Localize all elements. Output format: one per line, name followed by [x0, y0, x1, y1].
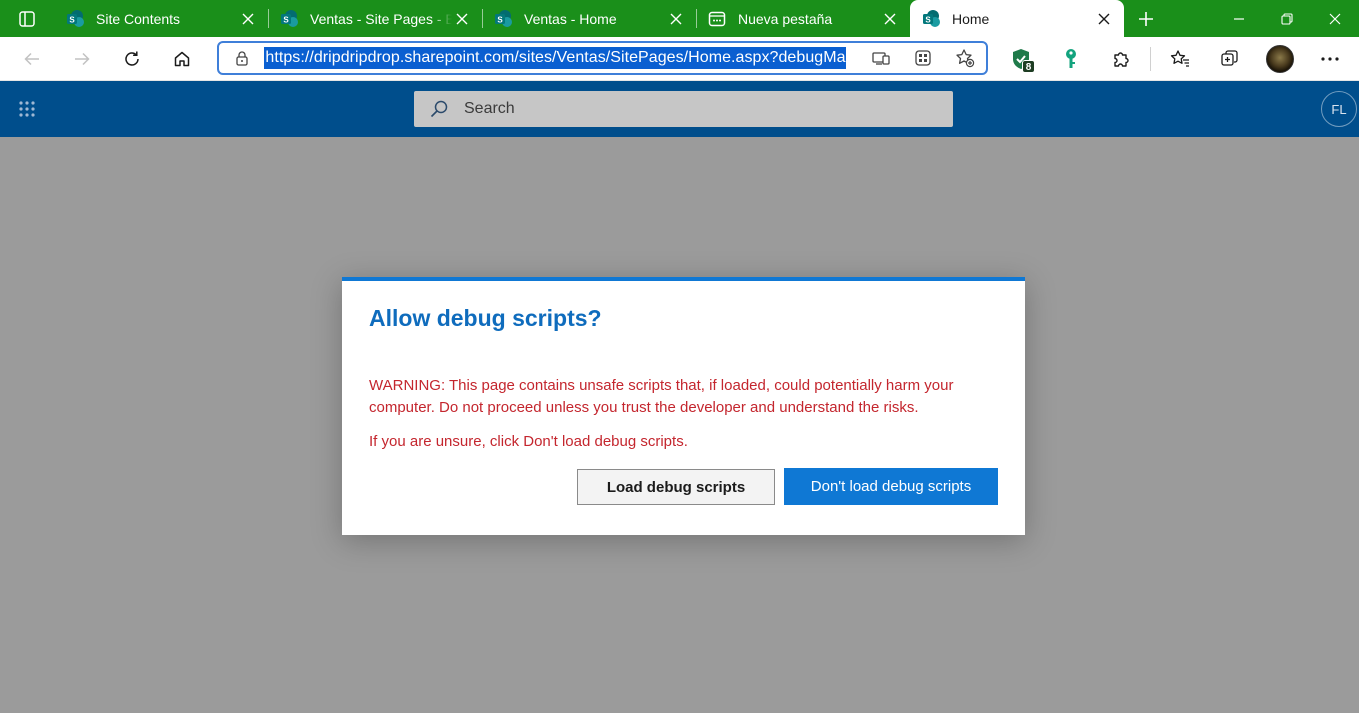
- dialog-warning-text: WARNING: This page contains unsafe scrip…: [369, 377, 954, 416]
- close-tab-icon[interactable]: [452, 9, 472, 29]
- app-launcher-button[interactable]: [0, 81, 54, 137]
- refresh-icon: [125, 51, 139, 66]
- key-extension-button[interactable]: [1046, 37, 1096, 81]
- tab-title: Site Contents: [96, 10, 181, 27]
- back-button[interactable]: [7, 41, 57, 77]
- sharepoint-icon: S: [281, 9, 298, 27]
- waffle-icon: [19, 101, 35, 117]
- plus-icon: [1139, 11, 1153, 26]
- address-bar[interactable]: https://dripdripdrop.sharepoint.com/site…: [217, 41, 988, 75]
- tab-home[interactable]: S Home: [910, 0, 1124, 37]
- add-favorite-icon[interactable]: [944, 43, 986, 73]
- load-debug-scripts-button[interactable]: Load debug scripts: [577, 469, 775, 505]
- tab-strip: S Site Contents S Ventas - Site Pages - …: [0, 0, 1359, 37]
- back-arrow-icon: [24, 52, 39, 65]
- address-url-text[interactable]: https://dripdripdrop.sharepoint.com/site…: [264, 47, 846, 69]
- collections-icon: [1221, 50, 1238, 66]
- collections-button[interactable]: [1205, 37, 1255, 81]
- puzzle-icon: [1114, 52, 1129, 67]
- debug-scripts-dialog: Allow debug scripts? WARNING: This page …: [342, 277, 1025, 535]
- close-tab-icon[interactable]: [880, 9, 900, 29]
- toolbar-extensions: 8: [996, 37, 1355, 81]
- tab-ventas-site-pages[interactable]: S Ventas - Site Pages - Bro: [268, 0, 482, 37]
- close-tab-icon[interactable]: [238, 9, 258, 29]
- home-icon: [174, 51, 190, 66]
- close-window-button[interactable]: [1311, 0, 1359, 37]
- sharepoint-suite-bar: Search FL: [0, 81, 1359, 137]
- key-icon: [1066, 49, 1076, 68]
- search-box[interactable]: Search: [414, 91, 953, 127]
- browser-toolbar: https://dripdripdrop.sharepoint.com/site…: [0, 37, 1359, 81]
- dialog-title: Allow debug scripts?: [369, 305, 602, 331]
- dialog-hint-text: If you are unsure, click Don't load debu…: [369, 433, 688, 450]
- window-controls: [1215, 0, 1359, 37]
- search-icon: [414, 99, 464, 119]
- tab-title: Home: [952, 10, 990, 27]
- profile-avatar: [1266, 45, 1294, 73]
- new-tab-button[interactable]: [1124, 0, 1168, 37]
- svg-text:S: S: [497, 15, 503, 24]
- svg-text:S: S: [283, 15, 289, 24]
- close-tab-icon[interactable]: [666, 9, 686, 29]
- sharepoint-icon: S: [923, 9, 940, 27]
- sharepoint-icon: S: [67, 9, 84, 27]
- tab-actions-icon: [19, 10, 35, 27]
- new-tab-page-icon: [708, 11, 726, 26]
- app-available-icon[interactable]: [860, 43, 902, 73]
- tab-actions-button[interactable]: [0, 0, 54, 37]
- favorites-icon: [1170, 50, 1189, 67]
- close-tab-icon[interactable]: [1094, 9, 1114, 29]
- forward-arrow-icon: [75, 52, 90, 65]
- restore-icon: [1281, 12, 1293, 25]
- address-bar-actions: [860, 43, 986, 73]
- profile-button[interactable]: [1255, 37, 1305, 81]
- svg-text:S: S: [69, 15, 75, 24]
- user-avatar-button[interactable]: FL: [1321, 91, 1357, 127]
- extensions-button[interactable]: [1096, 37, 1146, 81]
- lock-icon[interactable]: [219, 50, 264, 66]
- tab-nueva-pestana[interactable]: Nueva pestaña: [696, 0, 910, 37]
- extension-badge: 8: [1022, 60, 1035, 73]
- home-button[interactable]: [157, 41, 207, 77]
- toolbar-divider: [1150, 47, 1151, 71]
- shield-extension-button[interactable]: 8: [996, 37, 1046, 81]
- tab-site-contents[interactable]: S Site Contents: [54, 0, 268, 37]
- tab-title: Ventas - Site Pages - Bro: [310, 10, 452, 27]
- more-icon: [1321, 57, 1339, 61]
- tab-title: Nueva pestaña: [738, 10, 833, 27]
- settings-more-button[interactable]: [1305, 37, 1355, 81]
- tab-ventas-home[interactable]: S Ventas - Home: [482, 0, 696, 37]
- close-icon: [1329, 13, 1341, 24]
- sharepoint-icon: S: [495, 9, 512, 27]
- search-placeholder: Search: [464, 100, 515, 117]
- favorites-button[interactable]: [1155, 37, 1205, 81]
- svg-text:S: S: [925, 15, 931, 24]
- apps-grid-icon[interactable]: [902, 43, 944, 73]
- refresh-button[interactable]: [107, 41, 157, 77]
- tab-title: Ventas - Home: [524, 10, 617, 27]
- forward-button[interactable]: [57, 41, 107, 77]
- minimize-button[interactable]: [1215, 0, 1263, 37]
- minimize-icon: [1234, 17, 1244, 20]
- restore-button[interactable]: [1263, 0, 1311, 37]
- dont-load-debug-scripts-button[interactable]: Don't load debug scripts: [784, 468, 998, 505]
